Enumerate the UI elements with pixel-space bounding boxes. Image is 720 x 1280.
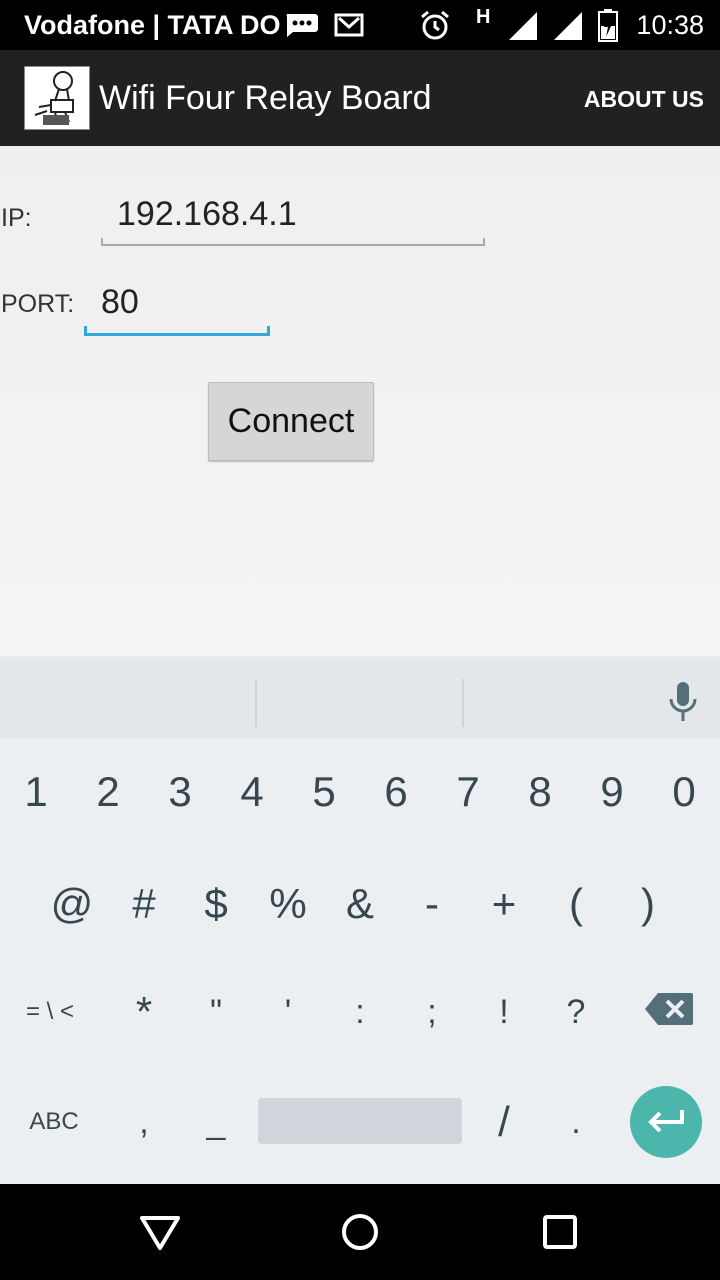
key-at[interactable]: @: [36, 854, 108, 954]
key-percent[interactable]: %: [252, 854, 324, 954]
enter-icon: [648, 1110, 684, 1133]
ip-input[interactable]: 192.168.4.1: [101, 194, 485, 246]
port-input[interactable]: 80: [84, 282, 270, 336]
key-3[interactable]: 3: [144, 742, 216, 842]
key-plus[interactable]: +: [468, 854, 540, 954]
app-title: Wifi Four Relay Board: [99, 79, 432, 117]
key-2[interactable]: 2: [72, 742, 144, 842]
recents-icon[interactable]: [536, 1208, 584, 1256]
enter-key[interactable]: [630, 1086, 702, 1158]
key-question[interactable]: ?: [540, 962, 612, 1062]
key-comma[interactable]: ,: [108, 1072, 180, 1172]
ip-label: IP:: [1, 204, 32, 232]
key-6[interactable]: 6: [360, 742, 432, 842]
about-us-menu-item[interactable]: ABOUT US: [584, 85, 704, 113]
gmail-icon: [334, 12, 364, 43]
clock: 10:38: [636, 10, 704, 40]
port-input-value: 80: [101, 283, 139, 321]
key-more-symbols[interactable]: = \ <: [14, 962, 86, 1062]
key-9[interactable]: 9: [576, 742, 648, 842]
key-underscore[interactable]: _: [180, 1072, 252, 1172]
key-exclamation[interactable]: !: [468, 962, 540, 1062]
space-bar[interactable]: [258, 1098, 462, 1144]
alarm-icon: [419, 10, 451, 47]
key-open-paren[interactable]: (: [540, 854, 612, 954]
network-type: H: [476, 6, 491, 28]
suggestion-divider: [462, 679, 464, 727]
key-abc[interactable]: ABC: [18, 1072, 90, 1172]
key-close-paren[interactable]: ): [612, 854, 684, 954]
key-hash[interactable]: #: [108, 854, 180, 954]
key-period[interactable]: .: [540, 1072, 612, 1172]
backspace-icon[interactable]: [644, 992, 694, 1031]
port-label: PORT:: [1, 290, 75, 318]
key-ampersand[interactable]: &: [324, 854, 396, 954]
suggestion-divider: [255, 679, 257, 727]
action-bar: Wifi Four Relay Board ABOUT US: [0, 50, 720, 146]
navigation-bar: [0, 1184, 720, 1280]
key-double-quote[interactable]: ": [180, 962, 252, 1062]
key-colon[interactable]: :: [324, 962, 396, 1062]
suggestion-strip: [0, 656, 720, 738]
microphone-icon[interactable]: [668, 681, 698, 728]
key-semicolon[interactable]: ;: [396, 962, 468, 1062]
key-asterisk[interactable]: *: [108, 962, 180, 1062]
signal-icon: [507, 10, 539, 47]
key-dollar[interactable]: $: [180, 854, 252, 954]
key-minus[interactable]: -: [396, 854, 468, 954]
main-content: IP: 192.168.4.1 PORT: 80 Connect: [0, 146, 720, 656]
key-single-quote[interactable]: ': [252, 962, 324, 1062]
ip-input-value: 192.168.4.1: [117, 195, 297, 233]
back-icon[interactable]: [136, 1208, 184, 1256]
carrier-name: Vodafone | TATA DO: [24, 10, 281, 40]
connect-button[interactable]: Connect: [208, 382, 374, 461]
status-bar: Vodafone | TATA DO H 10:38: [0, 0, 720, 50]
key-7[interactable]: 7: [432, 742, 504, 842]
key-1[interactable]: 1: [0, 742, 72, 842]
signal-icon: [552, 10, 584, 47]
key-8[interactable]: 8: [504, 742, 576, 842]
key-4[interactable]: 4: [216, 742, 288, 842]
key-0[interactable]: 0: [648, 742, 720, 842]
key-5[interactable]: 5: [288, 742, 360, 842]
battery-charging-icon: [597, 8, 619, 47]
key-slash[interactable]: /: [468, 1072, 540, 1172]
home-icon[interactable]: [336, 1208, 384, 1256]
app-logo: [24, 66, 90, 130]
soft-keyboard: 1 2 3 4 5 6 7 8 9 0 @ # $ % & - + ( ) = …: [0, 656, 720, 1184]
message-icon: [283, 12, 319, 43]
